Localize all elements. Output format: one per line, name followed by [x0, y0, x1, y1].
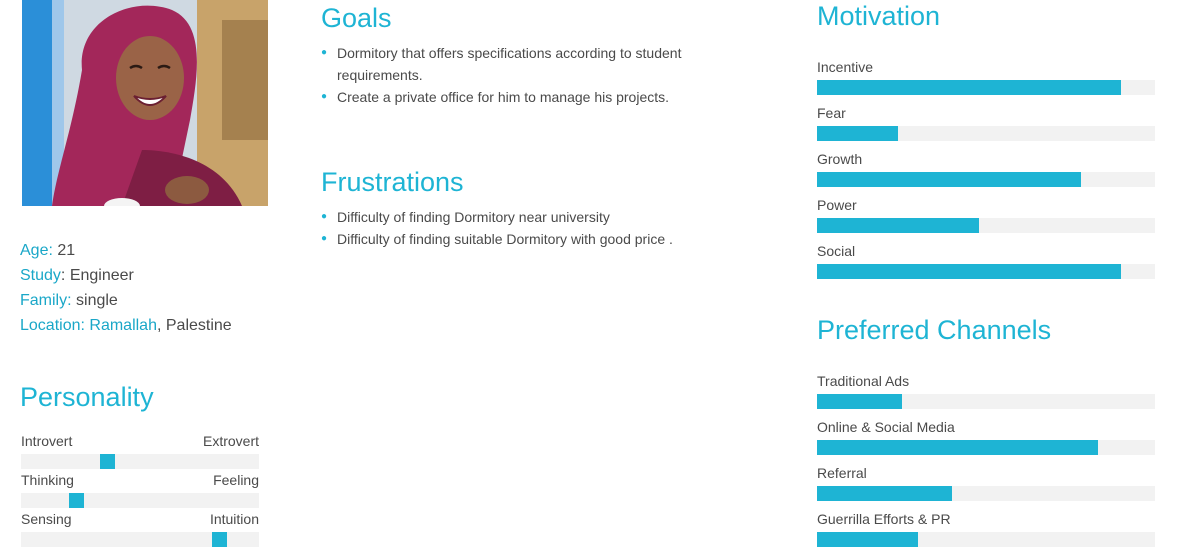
trait-right-label: Feeling: [213, 472, 259, 488]
channels-bar-row: Online & Social Media: [817, 418, 1155, 464]
channels-bar-fill: [817, 532, 919, 547]
trait-track: [21, 493, 259, 508]
motivation-bar-row: Incentive: [817, 58, 1155, 104]
frustrations-title: Frustrations: [321, 167, 464, 197]
goal-text: Create a private office for him to manag…: [337, 89, 670, 105]
motivation-bar-label: Growth: [817, 151, 863, 167]
trait-marker: [68, 493, 84, 508]
trait-right-label: Intuition: [209, 511, 259, 527]
study-label: Study: [20, 267, 61, 284]
trait-track: [21, 532, 259, 547]
channels-bar-track: [817, 532, 1155, 547]
channels-bar-row: Referral: [817, 464, 1155, 510]
frustration-item: ● Difficulty of finding suitable Dormitor…: [321, 228, 741, 250]
bullet-icon: ●: [321, 211, 328, 222]
channels-bar-label: Referral: [817, 465, 867, 481]
location-fact: Location: Ramallah, Palestine: [20, 317, 232, 334]
family-value: single: [76, 292, 118, 309]
channels-bar-label: Guerrilla Efforts & PR: [817, 511, 951, 527]
bullet-icon: ●: [321, 91, 328, 102]
motivation-bars: Incentive Fear Growth Power Social: [817, 58, 1155, 288]
persona-photo: [22, 0, 268, 206]
motivation-bar-fill: [817, 218, 980, 233]
trait-left-label: Thinking: [21, 472, 74, 488]
channels-bar-fill: [817, 440, 1098, 455]
age-value: 21: [57, 242, 76, 259]
channels-bar-track: [817, 486, 1155, 501]
motivation-bar-label: Power: [817, 197, 857, 213]
goal-text: Dormitory that offers specifications acc…: [337, 45, 682, 83]
goals-title: Goals: [321, 3, 392, 33]
family-label: Family:: [20, 292, 72, 309]
personality-trait: Thinking Feeling: [21, 472, 259, 511]
goal-item: ● Create a private office for him to mana…: [321, 86, 741, 108]
channels-bar-label: Traditional Ads: [817, 373, 910, 389]
motivation-bar-label: Incentive: [817, 59, 874, 75]
motivation-bar-fill: [817, 172, 1081, 187]
trait-labels: Introvert Extrovert: [21, 433, 259, 450]
trait-labels: Sensing Intuition: [21, 511, 259, 528]
motivation-bar-fill: [817, 80, 1122, 95]
frustration-text: Difficulty of finding Dormitory near uni…: [337, 209, 610, 225]
trait-left-label: Introvert: [21, 433, 73, 449]
location-country: Palestine: [165, 317, 232, 334]
location-city-link[interactable]: Ramallah: [89, 317, 157, 334]
motivation-bar-track: [817, 80, 1155, 95]
channels-bar-track: [817, 440, 1155, 455]
motivation-bar-row: Social: [817, 242, 1155, 288]
motivation-bar-track: [817, 126, 1155, 141]
channels-title: Preferred Channels: [817, 315, 1052, 345]
motivation-bar-label: Fear: [817, 105, 846, 121]
channels-bar-fill: [817, 486, 953, 501]
frustration-text: Difficulty of finding suitable Dormitory…: [337, 231, 673, 247]
motivation-bar-track: [817, 264, 1155, 279]
age-fact: Age: 21: [20, 238, 280, 263]
channels-bar-row: Guerrilla Efforts & PR: [817, 510, 1155, 556]
motivation-bar-track: [817, 218, 1155, 233]
bullet-icon: ●: [321, 47, 328, 58]
trait-marker: [99, 454, 115, 469]
motivation-bar-row: Power: [817, 196, 1155, 242]
channels-bar-label: Online & Social Media: [817, 419, 955, 435]
channel-bars: Traditional Ads Online & Social Media Refe…: [817, 372, 1155, 556]
trait-left-label: Sensing: [21, 511, 72, 527]
age-label: Age:: [20, 242, 53, 259]
goal-item: ● Dormitory that offers specifications ac…: [321, 42, 741, 86]
channels-bar-fill: [817, 394, 902, 409]
motivation-bar-row: Growth: [817, 150, 1155, 196]
frustrations-list: ● Difficulty of finding Dormitory near un…: [321, 206, 741, 250]
bullet-icon: ●: [321, 233, 328, 244]
channels-bar-row: Traditional Ads: [817, 372, 1155, 418]
personality-trait: Sensing Intuition: [21, 511, 259, 550]
trait-labels: Thinking Feeling: [21, 472, 259, 489]
frustration-item: ● Difficulty of finding Dormitory near un…: [321, 206, 741, 228]
profile-facts: Age: 21 Study: Engineer Family: single L…: [20, 238, 280, 338]
personality-title: Personality: [20, 382, 154, 412]
channels-bar-track: [817, 394, 1155, 409]
motivation-title: Motivation: [817, 1, 941, 31]
motivation-bar-label: Social: [817, 243, 856, 259]
family-fact: Family: single: [20, 288, 280, 313]
personality-sliders: Introvert Extrovert Thinking Feeling Sensing…: [21, 433, 259, 550]
trait-marker: [211, 532, 227, 547]
study-value: Engineer: [69, 267, 134, 284]
study-fact: Study: Engineer: [20, 267, 134, 284]
trait-right-label: Extrovert: [202, 433, 259, 449]
motivation-bar-fill: [817, 126, 899, 141]
motivation-bar-track: [817, 172, 1155, 187]
personality-trait: Introvert Extrovert: [21, 433, 259, 472]
goals-list: ● Dormitory that offers specifications ac…: [321, 42, 741, 108]
trait-track: [21, 454, 259, 469]
motivation-bar-fill: [817, 264, 1122, 279]
location-label: Location:: [20, 317, 85, 334]
motivation-bar-row: Fear: [817, 104, 1155, 150]
